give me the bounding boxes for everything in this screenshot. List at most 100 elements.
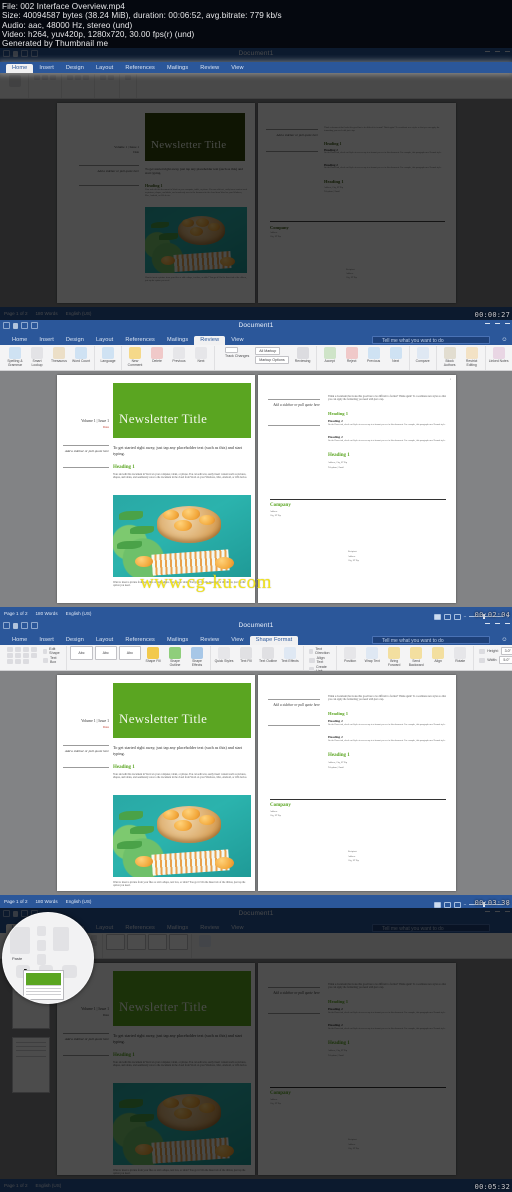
linked-notes-button[interactable]: Linked Notes <box>489 346 509 364</box>
italic-icon[interactable] <box>42 75 48 80</box>
bring-forward-button[interactable]: Bring Forward <box>384 646 404 668</box>
text-outline-button[interactable]: Text Outline <box>258 646 278 664</box>
tab-view[interactable]: View <box>225 636 249 646</box>
width-input[interactable]: 5.0" <box>499 656 512 664</box>
page-2[interactable]: Add a sidebar or pull quote here Think a… <box>258 675 456 891</box>
style-no-spacing[interactable] <box>127 934 146 950</box>
tab-design[interactable]: Design <box>60 64 90 74</box>
smart-lookup-button[interactable]: Smart Lookup <box>27 346 47 368</box>
window-controls[interactable] <box>485 911 510 912</box>
search-input[interactable]: Tell me what you want to do <box>372 924 490 932</box>
document-canvas[interactable]: Newsletter Title Volume 1 | Issue 1 Date… <box>0 371 512 607</box>
tab-layout[interactable]: Layout <box>90 336 119 346</box>
ribbon-group-comments[interactable]: New Comment Delete Previous Next <box>122 346 215 370</box>
minimize-icon[interactable] <box>485 323 490 324</box>
align-text-icon[interactable] <box>309 657 315 663</box>
text-fill-button[interactable]: Text Fill <box>236 646 256 664</box>
read-mode-view-button[interactable] <box>453 901 461 908</box>
minimize-icon[interactable] <box>485 623 490 624</box>
tab-insert[interactable]: Insert <box>33 64 60 74</box>
tab-view[interactable]: View <box>225 924 249 934</box>
ribbon-group-font[interactable] <box>29 74 62 98</box>
markup-options-button[interactable]: Markup Options <box>255 356 289 364</box>
maximize-icon[interactable] <box>495 623 500 624</box>
ribbon-shape-format[interactable]: Edit Shape Text Box Abc Abc Abc Shape Fi… <box>0 645 512 673</box>
text-effects-button[interactable]: Text Effects <box>280 646 300 664</box>
tab-review[interactable]: Review <box>194 636 225 646</box>
send-backward-button[interactable]: Send Backward <box>406 646 426 668</box>
text-box-button[interactable]: Text Box <box>50 656 61 664</box>
tab-view[interactable]: View <box>225 336 249 346</box>
status-bar[interactable]: Page 1 of 2 180 Words English (US) − + <box>0 607 512 620</box>
tab-insert[interactable]: Insert <box>33 636 60 646</box>
shape-line-icon[interactable] <box>7 647 13 652</box>
reviewing-pane-button[interactable]: Reviewing <box>293 346 313 364</box>
web-layout-view-button[interactable] <box>443 613 451 620</box>
word-count-button[interactable]: Word Count <box>71 346 91 364</box>
align-left-icon[interactable] <box>83 75 89 80</box>
read-mode-view-button[interactable] <box>453 613 461 620</box>
position-button[interactable]: Position <box>340 646 360 664</box>
status-bar[interactable]: Page 1 of 2 English (US) <box>0 1179 512 1192</box>
navigation-thumbnail-2[interactable] <box>12 1037 50 1093</box>
ribbon-group-styles[interactable] <box>95 74 120 98</box>
share-button[interactable]: ☺ <box>500 636 509 644</box>
close-icon[interactable] <box>505 323 510 324</box>
style-normal[interactable] <box>106 934 125 950</box>
paste-button[interactable] <box>5 74 25 87</box>
tab-mailings[interactable]: Mailings <box>161 924 194 934</box>
ribbon-group-editing[interactable] <box>120 74 137 98</box>
ribbon-group-insert-shapes[interactable]: Edit Shape Text Box <box>2 646 68 670</box>
tab-references[interactable]: References <box>119 636 161 646</box>
ribbon-group-onenote[interactable]: Linked Notes <box>486 346 512 370</box>
shape-arrow-icon[interactable] <box>31 647 37 652</box>
page-2[interactable]: Add a sidebar or pull quote here Think a… <box>258 103 456 303</box>
ribbon-group-protect[interactable]: Block Authors Restrict Editing <box>437 346 486 370</box>
minimize-icon[interactable] <box>485 51 490 52</box>
accept-button[interactable]: Accept <box>320 346 340 364</box>
tab-mailings[interactable]: Mailings <box>161 336 194 346</box>
find-icon[interactable] <box>125 75 131 80</box>
tab-references[interactable]: References <box>119 924 161 934</box>
style-normal-icon[interactable] <box>100 75 106 80</box>
maximize-icon[interactable] <box>495 51 500 52</box>
shape-callout-icon[interactable] <box>23 653 29 658</box>
spelling-grammar-button[interactable]: Spelling & Grammar <box>5 346 25 368</box>
maximize-icon[interactable] <box>495 323 500 324</box>
block-authors-button[interactable]: Block Authors <box>440 346 460 368</box>
edit-shape-button[interactable]: Edit Shape <box>49 647 61 655</box>
shape-triangle-icon[interactable] <box>7 653 13 658</box>
markup-display-select[interactable]: All Markup <box>255 347 281 355</box>
shape-rect-icon[interactable] <box>15 647 21 652</box>
minimize-icon[interactable] <box>485 911 490 912</box>
ribbon-group-text[interactable]: Text Direction Align Text Create Link <box>304 646 338 673</box>
ribbon-group-tracking[interactable]: Track Changes All Markup Markup Options … <box>215 346 317 370</box>
ribbon-group-editing[interactable] <box>192 934 218 958</box>
style-heading1-icon[interactable] <box>108 75 114 80</box>
search-input[interactable]: Tell me what you want to do <box>372 636 490 644</box>
shape-star-icon[interactable] <box>15 653 21 658</box>
bullets-icon[interactable] <box>67 75 73 80</box>
print-layout-view-button[interactable] <box>433 901 441 908</box>
close-icon[interactable] <box>505 623 510 624</box>
page-2[interactable]: Add a sidebar or pull quote here Think a… <box>258 963 456 1175</box>
next-change-button[interactable]: Next <box>386 346 406 364</box>
align-button[interactable]: Align <box>428 646 448 664</box>
shape-style-3[interactable]: Abc <box>118 646 141 660</box>
shape-style-2[interactable]: Abc <box>94 646 117 660</box>
tab-home[interactable]: Home <box>6 636 33 646</box>
maximize-icon[interactable] <box>495 911 500 912</box>
bold-icon[interactable] <box>34 75 40 80</box>
next-comment-button[interactable]: Next <box>191 346 211 364</box>
numbering-icon[interactable] <box>75 75 81 80</box>
shape-banner-icon[interactable] <box>31 653 37 658</box>
document-canvas[interactable]: Newsletter Title Volume 1 | Issue 1 Date… <box>0 99 512 307</box>
ribbon-tab-row[interactable]: Home Insert Design Layout References Mai… <box>0 62 512 73</box>
page-1[interactable]: Newsletter Title Volume 1 | Issue 1 Date… <box>57 675 255 891</box>
tab-mailings[interactable]: Mailings <box>161 636 194 646</box>
text-direction-button[interactable]: Text Direction <box>315 647 331 655</box>
ribbon-group-proofing[interactable]: Spelling & Grammar Smart Lookup Thesauru… <box>2 346 95 370</box>
shape-oval-icon[interactable] <box>23 647 29 652</box>
ribbon-group-size[interactable]: Height: 3.0" Width: 5.0" <box>474 646 512 670</box>
tab-mailings[interactable]: Mailings <box>161 64 194 74</box>
